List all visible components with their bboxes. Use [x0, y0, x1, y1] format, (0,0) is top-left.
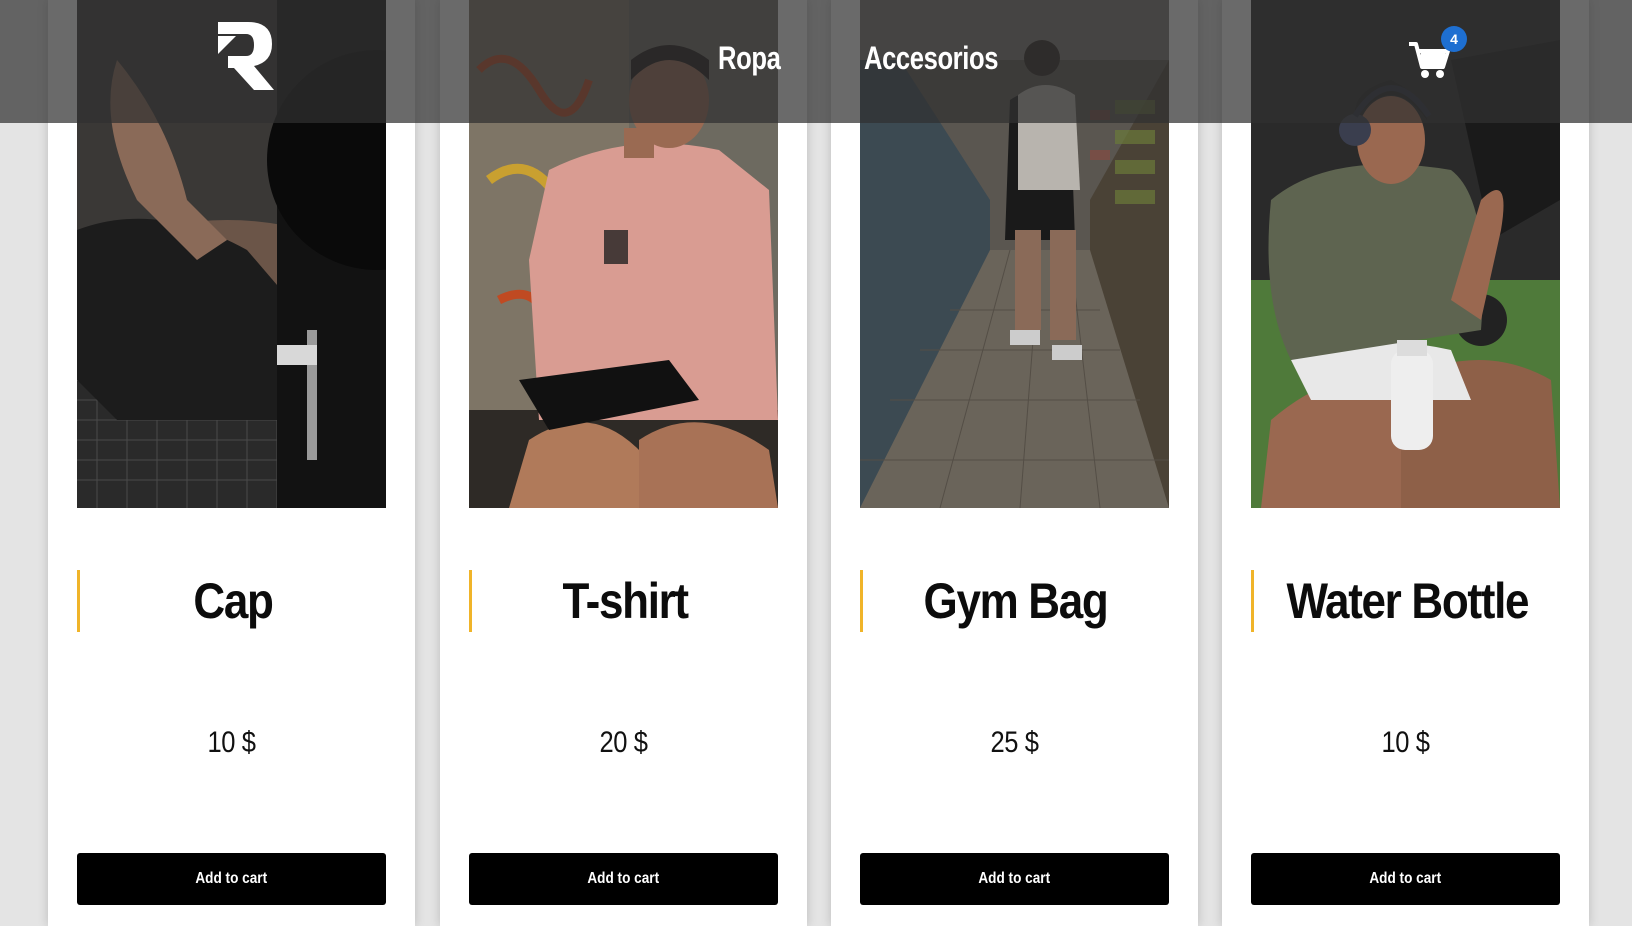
product-price: 10 $ — [207, 726, 256, 759]
product-title: Cap — [77, 570, 386, 632]
product-price: 20 $ — [599, 726, 648, 759]
product-card: T-shirt 20 $ Add to cart — [440, 0, 807, 926]
nav-link-accesorios[interactable]: Accesorios — [864, 40, 998, 77]
cart-count-badge: 4 — [1441, 26, 1467, 52]
product-price: 10 $ — [1381, 726, 1430, 759]
add-to-cart-button[interactable]: Add to cart — [860, 853, 1169, 905]
product-grid: Cap 10 $ Add to cart T-shirt 20 $ Add to… — [0, 0, 1632, 926]
product-card: Water Bottle 10 $ Add to cart — [1222, 0, 1589, 926]
product-card: Cap 10 $ Add to cart — [48, 0, 415, 926]
add-to-cart-label: Add to cart — [1369, 870, 1442, 887]
product-name: Gym Bag — [924, 573, 1109, 629]
add-to-cart-button[interactable]: Add to cart — [1251, 853, 1560, 905]
product-name: Cap — [193, 573, 273, 629]
product-title: Water Bottle — [1251, 570, 1560, 632]
add-to-cart-button[interactable]: Add to cart — [469, 853, 778, 905]
add-to-cart-label: Add to cart — [587, 870, 660, 887]
product-name: Water Bottle — [1286, 573, 1529, 629]
product-title: T-shirt — [469, 570, 778, 632]
product-name: T-shirt — [562, 573, 689, 629]
logo-icon[interactable] — [214, 18, 278, 92]
add-to-cart-label: Add to cart — [978, 870, 1051, 887]
add-to-cart-label: Add to cart — [195, 870, 268, 887]
top-navbar: Ropa Accesorios 4 — [0, 0, 1632, 123]
product-title: Gym Bag — [860, 570, 1169, 632]
add-to-cart-button[interactable]: Add to cart — [77, 853, 386, 905]
product-card: Gym Bag 25 $ Add to cart — [831, 0, 1198, 926]
product-price: 25 $ — [990, 726, 1039, 759]
nav-link-ropa[interactable]: Ropa — [718, 40, 781, 77]
